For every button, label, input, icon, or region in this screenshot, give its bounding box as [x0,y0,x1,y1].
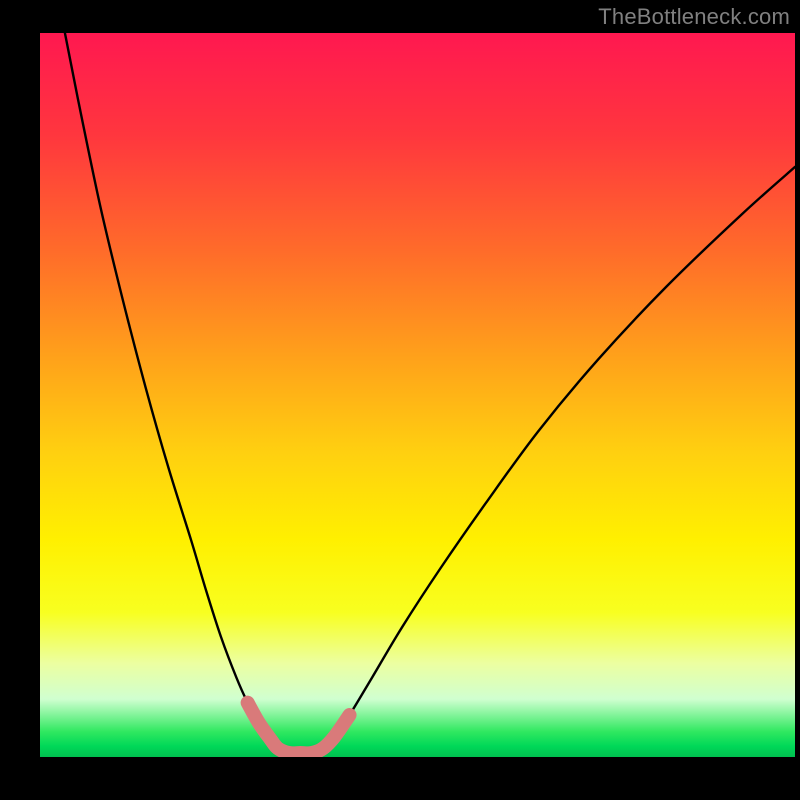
plot-area [40,33,795,757]
curve-right-branch [323,167,795,748]
chart-frame: TheBottleneck.com [0,0,800,800]
curve-layer [40,33,795,757]
watermark-text: TheBottleneck.com [598,4,790,30]
optimal-marker [248,703,350,754]
curve-left-branch [65,33,278,748]
